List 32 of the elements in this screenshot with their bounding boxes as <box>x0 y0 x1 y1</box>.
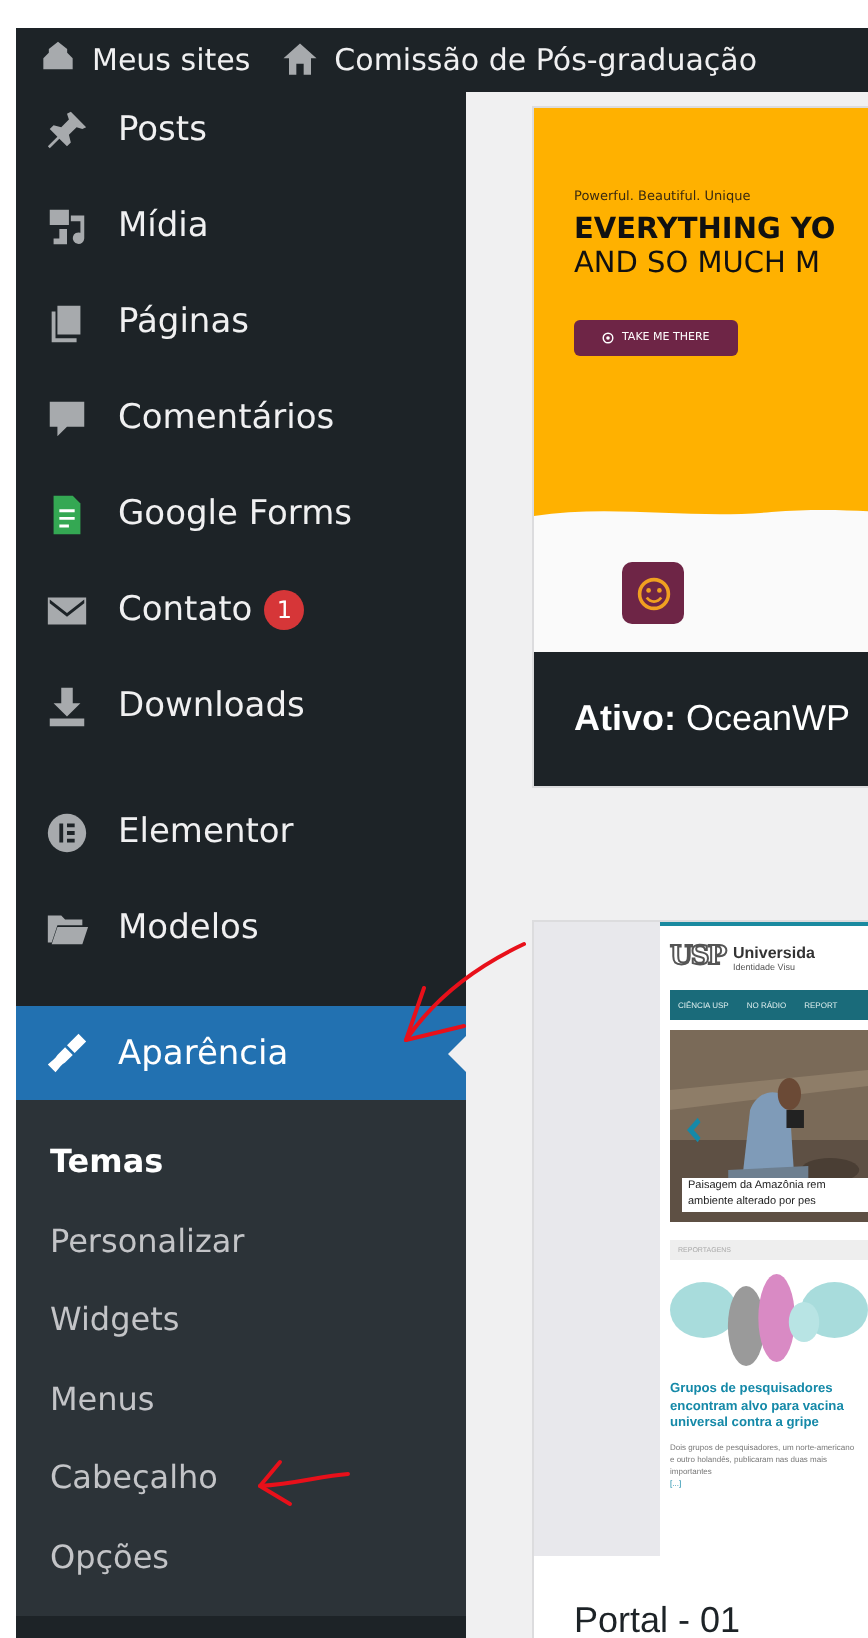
submenu-item[interactable]: Temas <box>16 1122 466 1201</box>
menu-item[interactable]: Páginas <box>16 274 466 370</box>
count-badge: 1 <box>264 590 305 630</box>
menu-item[interactable]: Aparência <box>16 1006 466 1100</box>
menu-item[interactable]: Google Forms <box>16 466 466 562</box>
menu-item[interactable]: Posts <box>16 92 466 178</box>
submenu-item[interactable]: Cabeçalho <box>16 1438 466 1517</box>
annotation-arrow <box>258 1460 350 1506</box>
submenu-item[interactable]: Opções <box>16 1517 466 1596</box>
menu-item[interactable]: Modelos <box>16 880 466 976</box>
site-title: Universida <box>733 943 815 961</box>
smiley-icon <box>622 562 684 624</box>
submenu-item[interactable]: Personalizar <box>16 1201 466 1280</box>
submenu-item[interactable]: Widgets <box>16 1280 466 1359</box>
headline: EVERYTHING YO <box>574 214 838 249</box>
admin-bar-link[interactable]: Meus sites <box>36 38 251 82</box>
submenu-item[interactable]: Menus <box>16 1359 466 1438</box>
target-icon <box>602 331 614 344</box>
menu-item[interactable]: Mídia <box>16 178 466 274</box>
pin-icon <box>44 107 90 153</box>
download-icon <box>44 683 90 729</box>
menu-item[interactable]: Comentários <box>16 370 466 466</box>
menu-item[interactable]: Downloads <box>16 658 466 754</box>
menu-item[interactable]: Elementor <box>16 784 466 880</box>
admin-bar-link[interactable]: Comissão de Pós-graduação <box>278 38 758 82</box>
headline: AND SO MUCH M <box>574 248 823 284</box>
menu-item[interactable]: Contato 1 <box>16 562 466 658</box>
e-logo-icon <box>44 809 90 855</box>
paintbrush-icon <box>44 1030 90 1076</box>
annotation-arrow <box>404 942 526 1042</box>
theme-name: Ativo: OceanWP <box>534 652 868 786</box>
usp-logo: USP <box>670 942 726 972</box>
